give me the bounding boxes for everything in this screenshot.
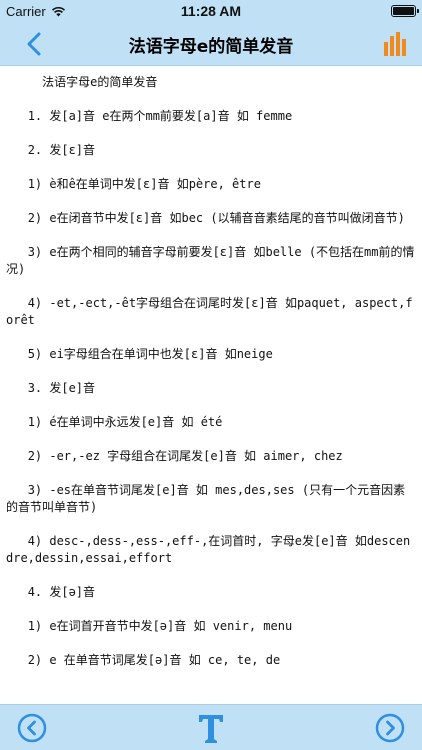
article-line: 4. 发[ə]音 [6,585,96,599]
article-line: 1) e在词首开音节中发[ə]音 如 venir, menu [6,619,293,633]
article-line: 2) e 在单音节词尾发[ə]音 如 ce, te, de [6,653,281,667]
article-line: 1) è和ê在单词中发[ɛ]音 如père, être [6,177,261,191]
article-line: 5) ei字母组合在单词中也发[ɛ]音 如neige [6,347,273,361]
next-button[interactable] [375,713,405,743]
article-line: 4) desc-,dess-,ess-,eff-,在词首时, 字母e发[e]音 … [6,534,411,565]
article-line: 3) e在两个相同的辅音字母前要发[ɛ]音 如belle (不包括在mm前的情况… [6,245,415,276]
article-line: 3. 发[e]音 [6,381,96,395]
battery-fill [393,7,414,15]
article-line: 2) e在闭音节中发[ɛ]音 如bec (以辅音音素结尾的音节叫做闭音节) [6,211,405,225]
chevron-left-icon [27,32,41,56]
article-line: 4) -et,-ect,-êt字母组合在词尾时发[ɛ]音 如paquet, as… [6,296,413,327]
status-time: 11:28 AM [180,3,242,19]
article-line: 2. 发[ɛ]音 [6,143,96,157]
bar-chart-icon [384,32,406,56]
nav-bar: 法语字母e的简单发音 [0,22,422,66]
back-button[interactable] [20,30,48,58]
article-line: 1) é在单词中永远发[e]音 如 été [6,415,223,429]
previous-button[interactable] [17,713,47,743]
text-format-icon [199,715,223,743]
article-line: 法语字母e的简单发音 [6,75,158,89]
stats-button[interactable] [382,30,410,58]
page-title: 法语字母e的简单发音 [128,37,294,57]
battery-icon [391,5,419,17]
article-line: 3) -es在单音节词尾发[e]音 如 mes,des,ses (只有一个元音因… [6,483,406,514]
article-line: 2) -er,-ez 字母组合在词尾发[e]音 如 aimer, chez [6,449,343,463]
article-line: 1. 发[a]音 e在两个mm前要发[a]音 如 femme [6,109,293,123]
font-settings-button[interactable] [196,711,226,745]
circle-chevron-right-icon [375,713,405,743]
circle-chevron-left-icon [17,713,47,743]
status-bar: Carrier 11:28 AM [0,0,422,22]
bottom-toolbar [0,704,422,750]
article-content[interactable]: 法语字母e的简单发音 1. 发[a]音 e在两个mm前要发[a]音 如 femm… [0,66,422,704]
